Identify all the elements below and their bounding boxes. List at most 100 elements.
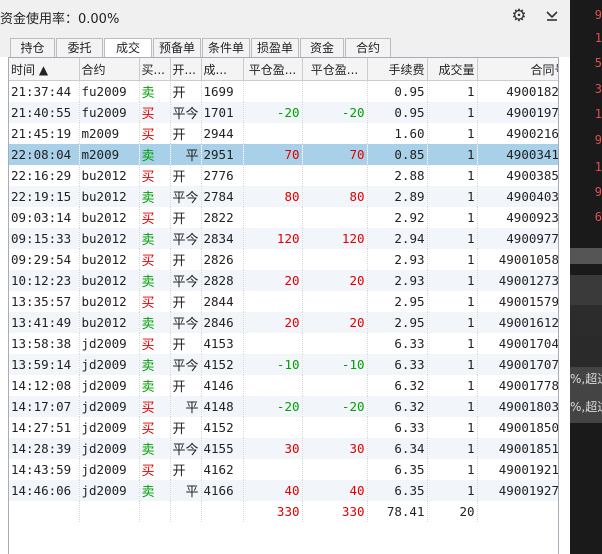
- cell-id: 490019216: [477, 459, 558, 480]
- table-row[interactable]: 13:58:38jd2009买开4153 6.331490017044: [9, 333, 558, 354]
- cell-dir: 买: [139, 249, 171, 270]
- table-row[interactable]: 13:59:14 jd2009 卖平今 4152 -10 -10 6.33 1 49001707…: [9, 354, 558, 375]
- side-value: 5: [594, 56, 602, 70]
- table-row[interactable]: 14:46:06jd2009卖平416640406.351490019277: [9, 480, 558, 501]
- table-row[interactable]: 13:35:57bu2012买开2844 2.951490015799: [9, 291, 558, 312]
- cell-contract: bu2012: [79, 207, 140, 228]
- cell-fee: 2.93: [367, 270, 428, 291]
- tab-5[interactable]: 损盈单: [251, 38, 299, 57]
- column-header[interactable]: 平仓盈...: [302, 58, 368, 81]
- cell-id: 49003853: [477, 165, 558, 186]
- cell-total-pnl2: 330: [302, 501, 368, 522]
- column-header[interactable]: 平仓盈...: [243, 58, 303, 81]
- cell-qty: 1: [427, 144, 478, 165]
- table-row[interactable]: 14:12:08jd2009卖开4146 6.321490017784: [9, 375, 558, 396]
- tab-7[interactable]: 合约: [345, 38, 391, 57]
- column-header[interactable]: 买...: [139, 58, 171, 81]
- cell-dir: 卖: [139, 80, 171, 102]
- tab-1[interactable]: 委托: [56, 38, 103, 57]
- cell-kp: 开: [170, 123, 202, 144]
- tab-bar: 持仓 委托 成交 预备单 条件单 损盈单 资金 合约: [0, 33, 570, 58]
- table-row[interactable]: 22:19:15bu2012卖平今278480802.89149004036: [9, 186, 558, 207]
- cell-pnl2: 20: [302, 270, 368, 291]
- cell-id: 490017074: [477, 354, 558, 375]
- table-row[interactable]: 22:08:04m2009卖平295170700.85149003411: [9, 144, 558, 165]
- cell-fee: 2.88: [367, 165, 428, 186]
- tab-6[interactable]: 资金: [300, 38, 344, 57]
- chevron-down-icon[interactable]: [543, 7, 561, 25]
- cell-qty: 1: [427, 165, 478, 186]
- tab-0[interactable]: 持仓: [10, 38, 55, 57]
- cell-time: 09:15:33: [9, 228, 80, 249]
- table-row[interactable]: 22:16:29bu2012买开2776 2.88149003853: [9, 165, 558, 186]
- cell-price: 2784: [201, 186, 244, 207]
- cell-dir: 卖: [139, 375, 171, 396]
- cell-kp: 平今: [170, 102, 202, 123]
- table-row[interactable]: 21:40:55fu2009买平今1701-20-200.95149001975: [9, 102, 558, 123]
- cell-fee: 6.33: [367, 354, 428, 375]
- table-row[interactable]: 14:43:59jd2009买开4162 6.351490019216: [9, 459, 558, 480]
- gear-icon[interactable]: ⚙: [510, 7, 528, 25]
- cell-pnl2: [302, 165, 368, 186]
- cell-price: 2822: [201, 207, 244, 228]
- table-row[interactable]: 09:29:54bu2012买开2826 2.931490010582: [9, 249, 558, 270]
- cell-kp: 开: [170, 375, 202, 396]
- cell-total-price: [201, 501, 244, 522]
- cell-id: 49009234: [477, 207, 558, 228]
- column-header[interactable]: 开...: [170, 58, 202, 81]
- table-row[interactable]: 14:27:51jd2009买开4152 6.331490018502: [9, 417, 558, 438]
- cell-qty: 1: [427, 396, 478, 417]
- cell-time: 21:40:55: [9, 102, 80, 123]
- table-row[interactable]: 21:37:44fu2009卖开1699 0.95149001821: [9, 80, 558, 102]
- cell-contract: m2009: [79, 144, 140, 165]
- tab-3[interactable]: 预备单: [153, 38, 201, 57]
- cell-pnl2: [302, 459, 368, 480]
- table-row[interactable]: 09:15:33bu2012卖平今28341201202.94149009778: [9, 228, 558, 249]
- cell-contract: jd2009: [79, 375, 140, 396]
- tab-2[interactable]: 成交: [104, 38, 152, 58]
- cell-contract: bu2012: [79, 228, 140, 249]
- table-row[interactable]: 14:28:39jd2009卖平今415530306.341490018513: [9, 438, 558, 459]
- table-row[interactable]: 14:17:07jd2009买平4148-20-206.321490018036: [9, 396, 558, 417]
- cell-fee: 2.95: [367, 312, 428, 333]
- cell-fee: 2.93: [367, 249, 428, 270]
- cell-qty: 1: [427, 270, 478, 291]
- table-row[interactable]: 13:41:49bu2012卖平今284620202.951490016121: [9, 312, 558, 333]
- cell-pnl1: [243, 80, 303, 102]
- cell-time: 10:12:23: [9, 270, 80, 291]
- cell-qty: 1: [427, 375, 478, 396]
- cell-pnl1: 20: [243, 270, 303, 291]
- cell-kp: 平今: [170, 438, 202, 459]
- cell-id: 490018513: [477, 438, 558, 459]
- cell-dir: 买: [139, 417, 171, 438]
- cell-price: 2844: [201, 291, 244, 312]
- cell-id: 490018036: [477, 396, 558, 417]
- table-header: 时间 ▲合约买...开...成...平仓盈...平仓盈...手续费成交量合同号: [9, 58, 558, 81]
- table-row[interactable]: 10:12:23bu2012卖平今282820202.931490012730: [9, 270, 558, 291]
- cell-contract: jd2009: [79, 333, 140, 354]
- side-value: 9: [594, 8, 602, 22]
- column-header[interactable]: 合约: [79, 58, 140, 81]
- cell-contract: jd2009: [79, 396, 140, 417]
- cell-total-dir: [139, 501, 171, 522]
- column-header[interactable]: 手续费: [367, 58, 428, 81]
- column-header[interactable]: 成交量: [427, 58, 478, 81]
- column-header[interactable]: 时间 ▲: [9, 58, 80, 81]
- fund-usage-label: 资金使用率：0.00%: [0, 12, 120, 27]
- table-row[interactable]: 21:45:19m2009买开2944 1.60149002166: [9, 123, 558, 144]
- column-header[interactable]: 合同号: [477, 58, 558, 81]
- tab-4[interactable]: 条件单: [202, 38, 250, 57]
- cell-pnl1: 80: [243, 186, 303, 207]
- column-header[interactable]: 成...: [201, 58, 244, 81]
- cell-price: 4166: [201, 480, 244, 501]
- cell-time: 13:35:57: [9, 291, 80, 312]
- cell-fee: 6.35: [367, 459, 428, 480]
- cell-pnl1: 20: [243, 312, 303, 333]
- cell-qty: 1: [427, 228, 478, 249]
- cell-price: 2846: [201, 312, 244, 333]
- cell-fee: 6.32: [367, 396, 428, 417]
- side-note: %,超过: [570, 372, 602, 386]
- table-row[interactable]: 09:03:14bu2012买开2822 2.92149009234: [9, 207, 558, 228]
- cell-pnl2: 120: [302, 228, 368, 249]
- toolbar: 资金使用率：0.00% ⚙: [0, 0, 570, 34]
